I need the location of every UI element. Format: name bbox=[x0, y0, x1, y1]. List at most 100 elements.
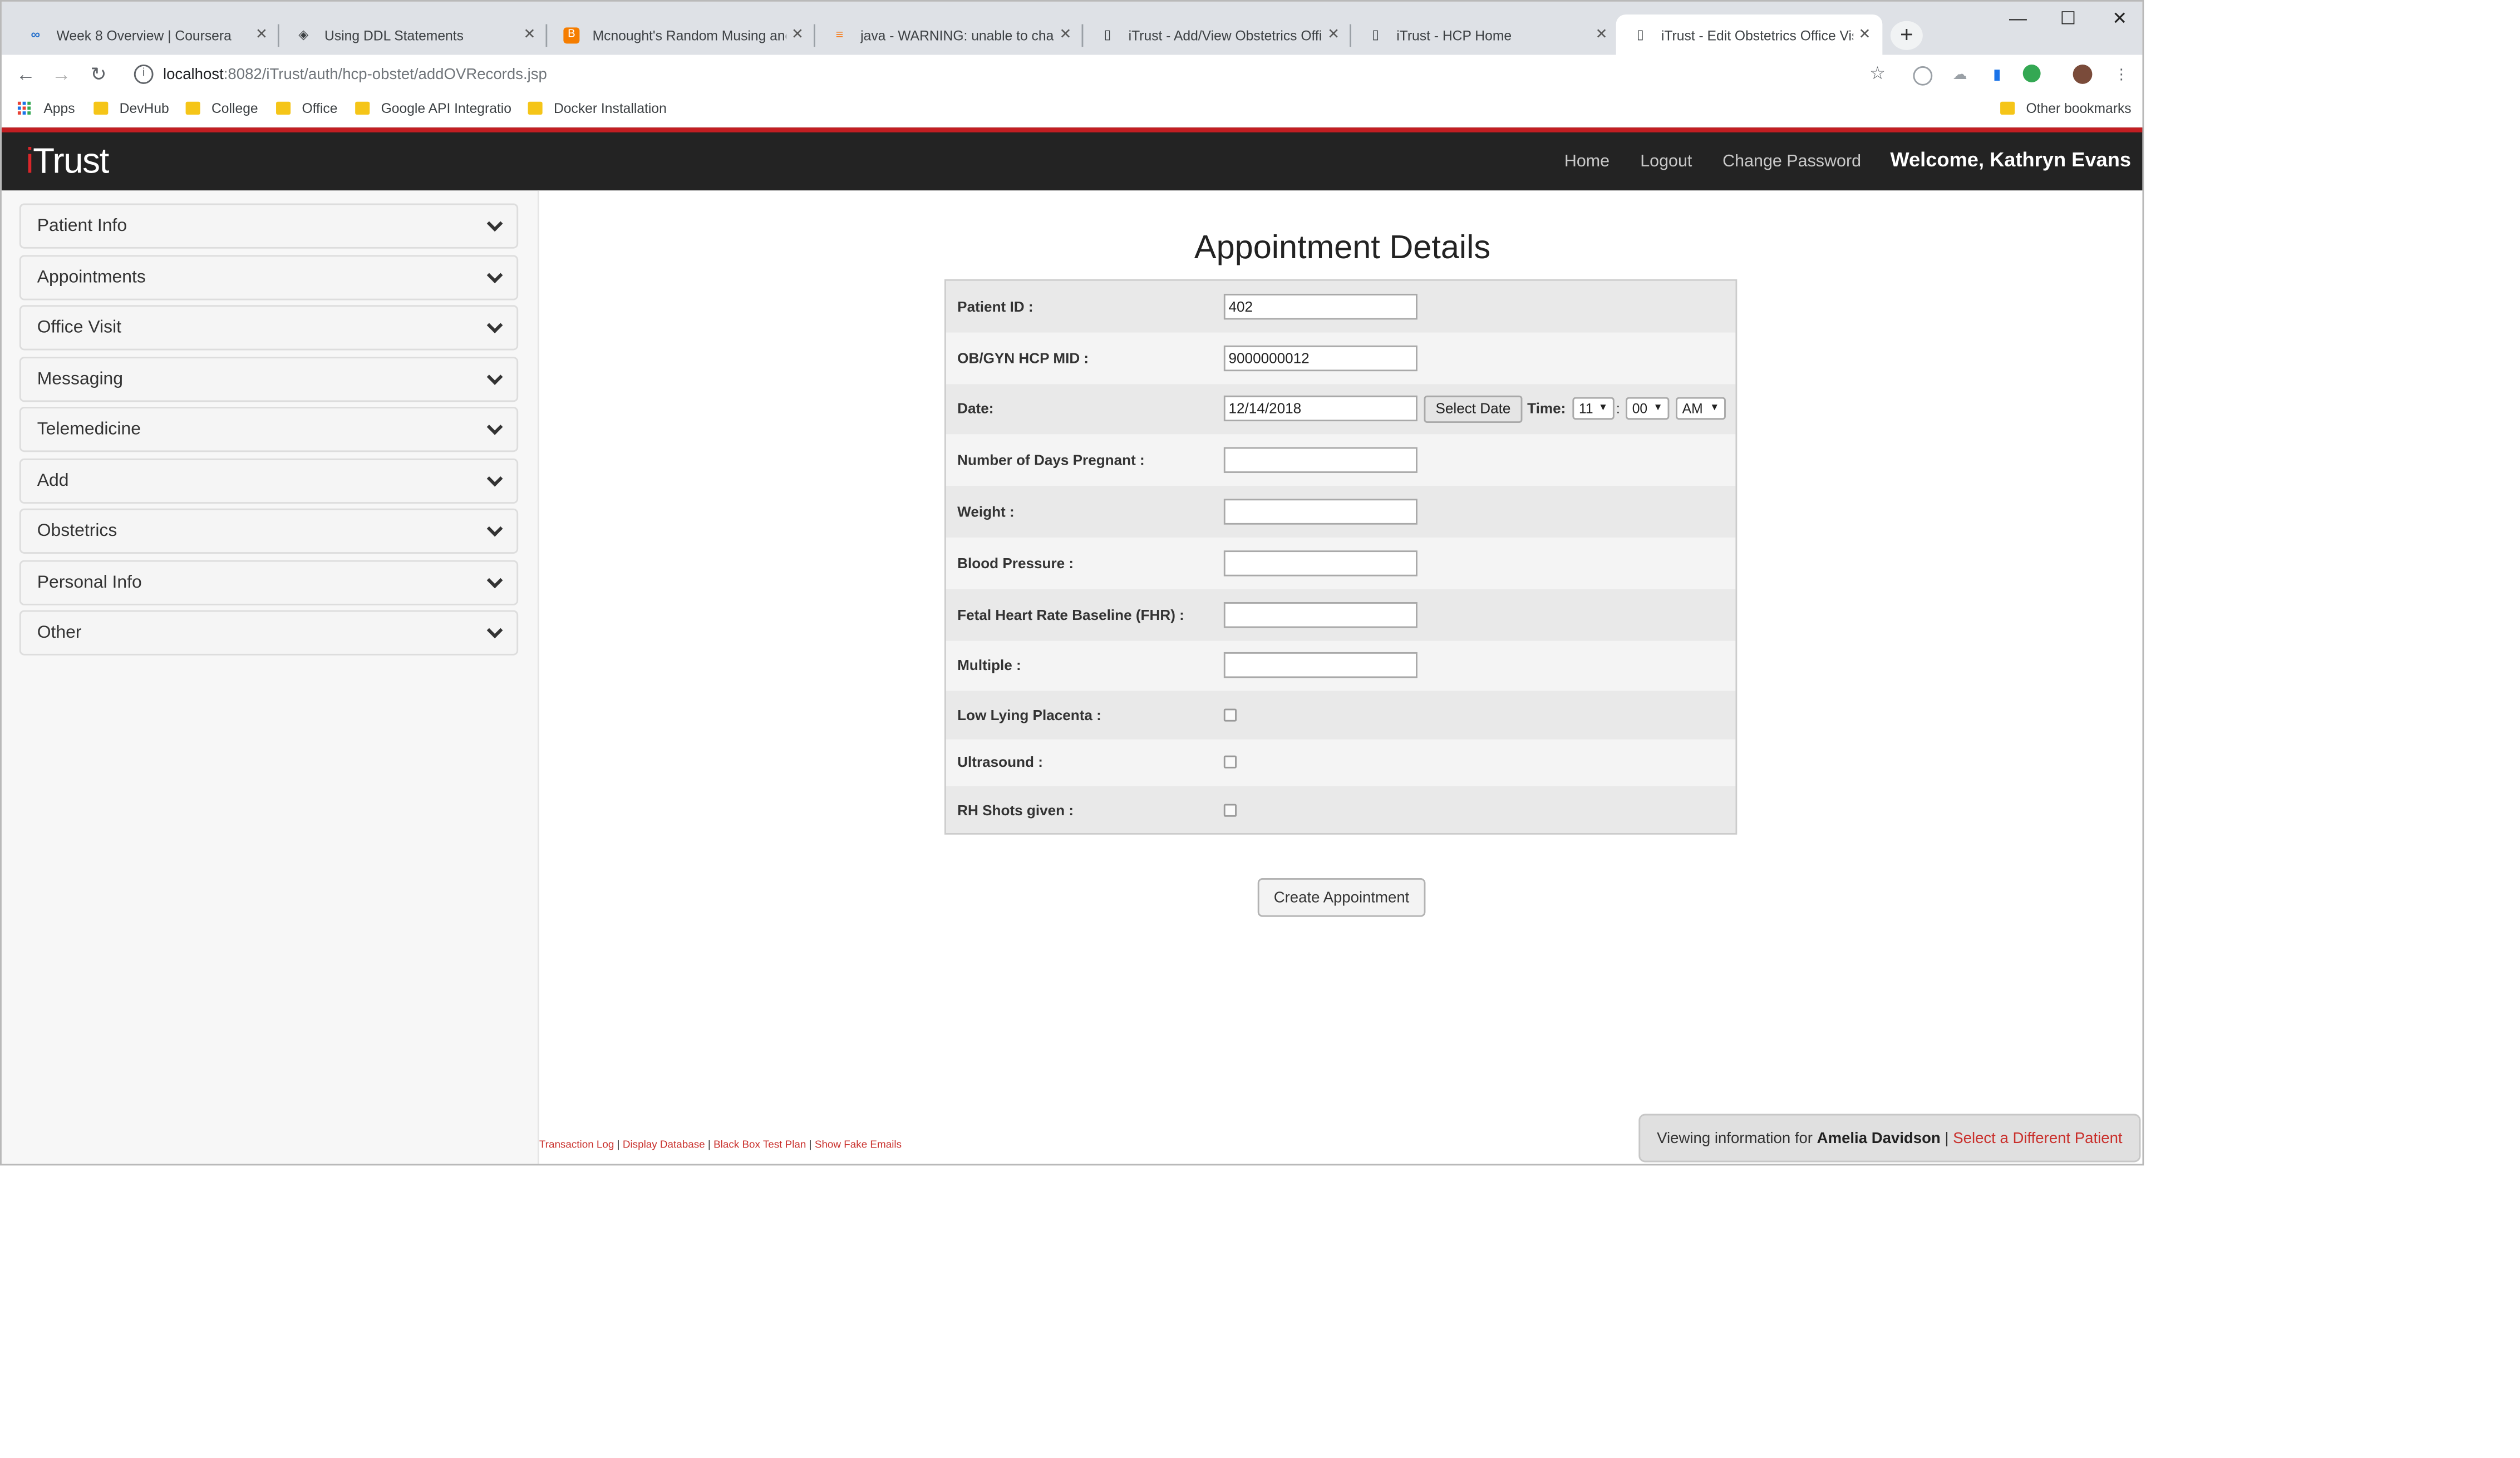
rh-shots-checkbox[interactable] bbox=[1223, 803, 1237, 816]
close-icon[interactable]: ✕ bbox=[786, 26, 809, 43]
nav-logout-link[interactable]: Logout bbox=[1640, 152, 1692, 171]
site-navbar: iTrust Home Logout Change Password Welco… bbox=[1, 127, 2143, 191]
viewing-patient-banner: Viewing information for Amelia Davidson … bbox=[1638, 1114, 2141, 1163]
date-field[interactable] bbox=[1223, 396, 1418, 422]
menu-icon[interactable]: ⋮ bbox=[2110, 63, 2133, 86]
star-icon[interactable]: ☆ bbox=[1866, 63, 1889, 86]
hour-select[interactable]: 11 ▼ bbox=[1572, 398, 1615, 421]
time-label: Time: bbox=[1527, 401, 1566, 417]
folder-icon bbox=[185, 101, 200, 115]
chevron-down-icon bbox=[486, 418, 503, 435]
hcp-mid-field[interactable] bbox=[1223, 344, 1418, 371]
chevron-down-icon bbox=[486, 622, 503, 639]
page: iTrust Home Logout Change Password Welco… bbox=[1, 127, 2143, 1164]
minute-select[interactable]: 00 ▼ bbox=[1626, 398, 1670, 421]
tab-blog[interactable]: B Mcnought's Random Musing and ✕ bbox=[547, 14, 815, 55]
tab-stackoverflow[interactable]: ≡ java - WARNING: unable to chang ✕ bbox=[815, 14, 1084, 55]
sidebar-item-telemedicine[interactable]: Telemedicine bbox=[19, 407, 519, 452]
tab-coursera[interactable]: ∞ Week 8 Overview | Coursera ✕ bbox=[11, 14, 279, 55]
form-row-blood-pressure: Blood Pressure : bbox=[946, 537, 1736, 589]
folder-icon bbox=[93, 101, 109, 115]
appointment-form: Patient ID : OB/GYN HCP MID : Date: Sele… bbox=[944, 279, 1738, 835]
close-icon[interactable]: ✕ bbox=[1054, 26, 1077, 43]
extension-icon[interactable] bbox=[1913, 66, 1933, 86]
address-bar[interactable]: i localhost :8082/iTrust/auth/hcp-obstet… bbox=[127, 60, 1897, 89]
sidebar-item-personal-info[interactable]: Personal Info bbox=[19, 559, 519, 605]
maximize-icon[interactable]: ☐ bbox=[2044, 8, 2092, 31]
form-row-weight: Weight : bbox=[946, 486, 1736, 538]
dropdown-arrow-icon: ▼ bbox=[1710, 404, 1720, 415]
close-icon[interactable]: ✕ bbox=[250, 26, 273, 43]
apps-icon bbox=[17, 101, 32, 115]
bookmark-extension-icon[interactable]: ▮ bbox=[1986, 63, 2009, 86]
ultrasound-checkbox[interactable] bbox=[1223, 756, 1237, 769]
bookmark-college[interactable]: College bbox=[185, 100, 258, 116]
sidebar-item-messaging[interactable]: Messaging bbox=[19, 356, 519, 401]
tab-itrust-edit-obstetrics[interactable]: ▯ iTrust - Edit Obstetrics Office Visi ✕ bbox=[1616, 14, 1883, 55]
sidebar-item-add[interactable]: Add bbox=[19, 457, 519, 503]
form-row-patient-id: Patient ID : bbox=[946, 280, 1736, 332]
close-icon[interactable]: ✕ bbox=[518, 26, 541, 43]
folder-icon bbox=[276, 101, 291, 115]
select-different-patient-link[interactable]: Select a Different Patient bbox=[1953, 1129, 2122, 1147]
tab-itrust-hcp-home[interactable]: ▯ iTrust - HCP Home ✕ bbox=[1351, 14, 1620, 55]
blood-pressure-field[interactable] bbox=[1223, 550, 1418, 577]
multiple-field[interactable] bbox=[1223, 653, 1418, 679]
cloud-icon[interactable]: ☁ bbox=[1948, 63, 1971, 86]
bookmarks-bar: Apps DevHub College Office Google API In… bbox=[1, 93, 2143, 130]
main-content: Appointment Details Patient ID : OB/GYN … bbox=[539, 190, 2143, 1164]
close-icon[interactable]: ✕ bbox=[1322, 26, 1345, 43]
tab-itrust-add-view[interactable]: ▯ iTrust - Add/View Obstetrics Offic ✕ bbox=[1083, 14, 1351, 55]
chevron-down-icon bbox=[486, 470, 503, 486]
ampm-select[interactable]: AM ▼ bbox=[1676, 398, 1726, 421]
transaction-log-link[interactable]: Transaction Log bbox=[539, 1140, 614, 1151]
sidebar-item-office-visit[interactable]: Office Visit bbox=[19, 305, 519, 351]
tab-ddl[interactable]: ◈ Using DDL Statements ✕ bbox=[279, 14, 548, 55]
document-icon: ▯ bbox=[1104, 27, 1111, 42]
bookmark-office[interactable]: Office bbox=[276, 100, 337, 116]
select-date-button[interactable]: Select Date bbox=[1424, 395, 1523, 423]
bookmark-google-api[interactable]: Google API Integratio bbox=[355, 100, 511, 116]
bookmark-apps[interactable]: Apps bbox=[17, 100, 75, 116]
chevron-down-icon bbox=[486, 215, 503, 232]
nav-change-password-link[interactable]: Change Password bbox=[1722, 152, 1861, 171]
back-icon[interactable]: ← bbox=[13, 61, 38, 87]
extension-green-icon[interactable] bbox=[2022, 65, 2041, 82]
minimize-icon[interactable]: — bbox=[1994, 8, 2042, 31]
bookmark-devhub[interactable]: DevHub bbox=[93, 100, 169, 116]
reload-icon[interactable]: ↻ bbox=[86, 61, 111, 87]
patient-id-field[interactable] bbox=[1223, 293, 1418, 320]
fhr-field[interactable] bbox=[1223, 602, 1418, 628]
browser-window: ∞ Week 8 Overview | Coursera ✕ ◈ Using D… bbox=[0, 0, 2144, 1166]
close-icon[interactable]: ✕ bbox=[1590, 26, 1613, 43]
bookmark-docker[interactable]: Docker Installation bbox=[528, 100, 667, 116]
low-lying-placenta-checkbox[interactable] bbox=[1223, 708, 1237, 722]
create-appointment-button[interactable]: Create Appointment bbox=[1257, 878, 1426, 917]
folder-icon bbox=[355, 101, 370, 115]
bookmark-other[interactable]: Other bookmarks bbox=[2000, 100, 2132, 116]
sidebar-item-other[interactable]: Other bbox=[19, 610, 519, 656]
info-icon[interactable]: i bbox=[134, 65, 154, 84]
weight-field[interactable] bbox=[1223, 499, 1418, 525]
sidebar-item-obstetrics[interactable]: Obstetrics bbox=[19, 508, 519, 554]
sidebar-item-patient-info[interactable]: Patient Info bbox=[19, 203, 519, 249]
close-icon[interactable]: ✕ bbox=[1853, 26, 1876, 43]
window-close-icon[interactable]: ✕ bbox=[2095, 8, 2142, 31]
browser-toolbar: ← → ↻ i localhost :8082/iTrust/auth/hcp-… bbox=[1, 55, 2143, 94]
itrust-logo[interactable]: iTrust bbox=[26, 140, 109, 182]
sidebar-item-appointments[interactable]: Appointments bbox=[19, 254, 519, 300]
avatar[interactable] bbox=[2073, 65, 2093, 84]
black-box-test-plan-link[interactable]: Black Box Test Plan bbox=[713, 1140, 806, 1151]
show-fake-emails-link[interactable]: Show Fake Emails bbox=[815, 1140, 902, 1151]
nav-home-link[interactable]: Home bbox=[1564, 152, 1610, 171]
days-pregnant-field[interactable] bbox=[1223, 447, 1418, 474]
display-database-link[interactable]: Display Database bbox=[623, 1140, 705, 1151]
forward-icon[interactable]: → bbox=[48, 61, 74, 87]
dropdown-arrow-icon: ▼ bbox=[1653, 404, 1663, 415]
web-icon: ◈ bbox=[298, 27, 309, 42]
welcome-text: Welcome, Kathryn Evans bbox=[1890, 148, 2132, 171]
new-tab-button[interactable]: + bbox=[1890, 21, 1923, 50]
chevron-down-icon bbox=[486, 572, 503, 588]
tab-strip: ∞ Week 8 Overview | Coursera ✕ ◈ Using D… bbox=[1, 1, 2143, 55]
form-row-multiple: Multiple : bbox=[946, 640, 1736, 692]
